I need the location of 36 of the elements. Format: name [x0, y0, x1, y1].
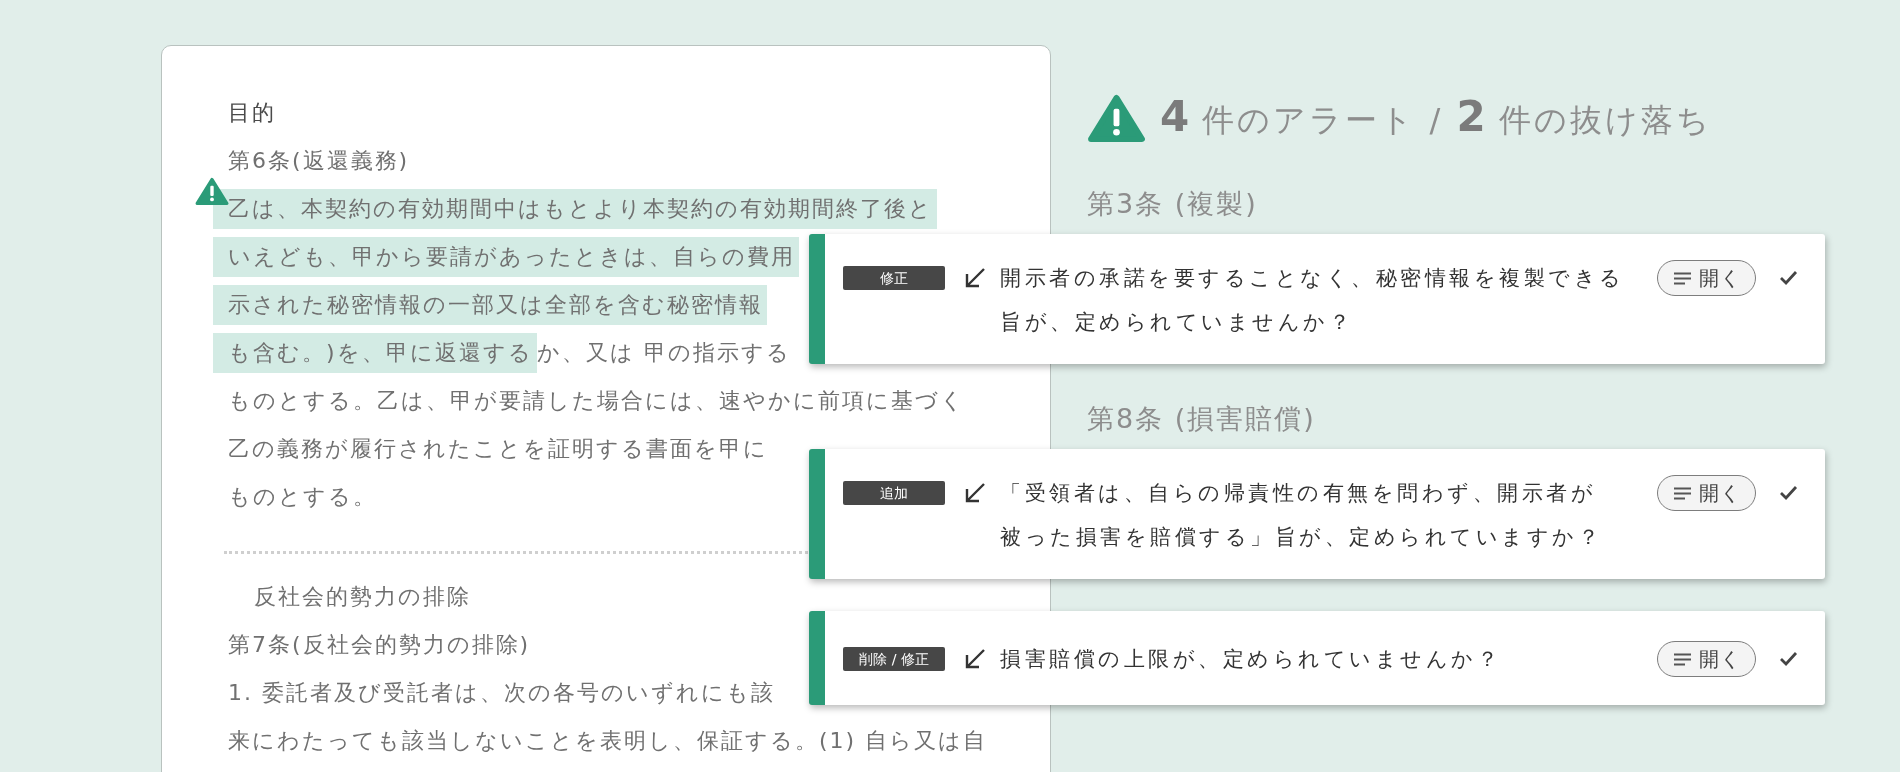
article-heading: 第8条 (損害賠償)	[1087, 402, 1316, 436]
open-button[interactable]: 開く	[1657, 641, 1756, 677]
text-lines-icon	[1674, 486, 1691, 500]
check-icon[interactable]	[1779, 270, 1798, 285]
down-left-arrow-icon	[963, 266, 987, 290]
body-text: か、又は 甲の指示する	[536, 339, 791, 367]
text-lines-icon	[1674, 271, 1691, 285]
body-text: 来にわたっても該当しないことを表明し、保証する。(1) 自ら又は自	[227, 727, 988, 755]
body-text: ものとする。	[227, 483, 377, 511]
highlighted-text: も含む。)を、甲に返還する	[213, 333, 537, 373]
category-tag: 修正	[843, 266, 945, 290]
open-button[interactable]: 開く	[1657, 260, 1756, 296]
category-tag: 追加	[843, 481, 945, 505]
alert-message: 損害賠償の上限が、定められていませんか？	[1000, 646, 1502, 673]
open-button[interactable]: 開く	[1657, 475, 1756, 511]
article-heading: 第3条 (複製)	[1087, 187, 1258, 221]
check-icon[interactable]	[1779, 485, 1798, 500]
category-tag: 削除 / 修正	[843, 647, 945, 671]
highlighted-text: いえども、甲から要請があったときは、自らの費用	[213, 237, 799, 277]
section-title: 目的	[228, 99, 276, 127]
body-text: ものとする。乙は、甲が要請した場合には、速やかに前項に基づく	[227, 387, 965, 415]
down-left-arrow-icon	[963, 481, 987, 505]
down-left-arrow-icon	[963, 647, 987, 671]
alert-summary: 4 件のアラート / 2 件の抜け落ち	[1160, 90, 1712, 143]
body-text: 1. 委託者及び受託者は、次の各号のいずれにも該	[227, 679, 775, 707]
section-title: 反社会的勢力の排除	[254, 583, 471, 611]
text-lines-icon	[1674, 652, 1691, 666]
body-text: 乙の義務が履行されたことを証明する書面を甲に	[227, 435, 768, 463]
warning-icon	[1087, 93, 1146, 143]
alert-message: 「受領者は、自らの帰責性の有無を問わず、開示者が被った損害を賠償する」旨が、定められていますか？	[1000, 480, 1603, 551]
article-title: 第7条(反社会的勢力の排除)	[228, 631, 531, 659]
alert-message: 開示者の承諾を要することなく、秘密情報を複製できる旨が、定められていませんか？	[1000, 265, 1626, 336]
highlighted-text: 示された秘密情報の一部又は全部を含む秘密情報	[213, 285, 767, 325]
article-title: 第6条(返還義務)	[228, 147, 410, 175]
highlighted-text: 乙は、本契約の有効期間中はもとより本契約の有効期間終了後と	[213, 189, 937, 229]
check-icon[interactable]	[1779, 651, 1798, 666]
